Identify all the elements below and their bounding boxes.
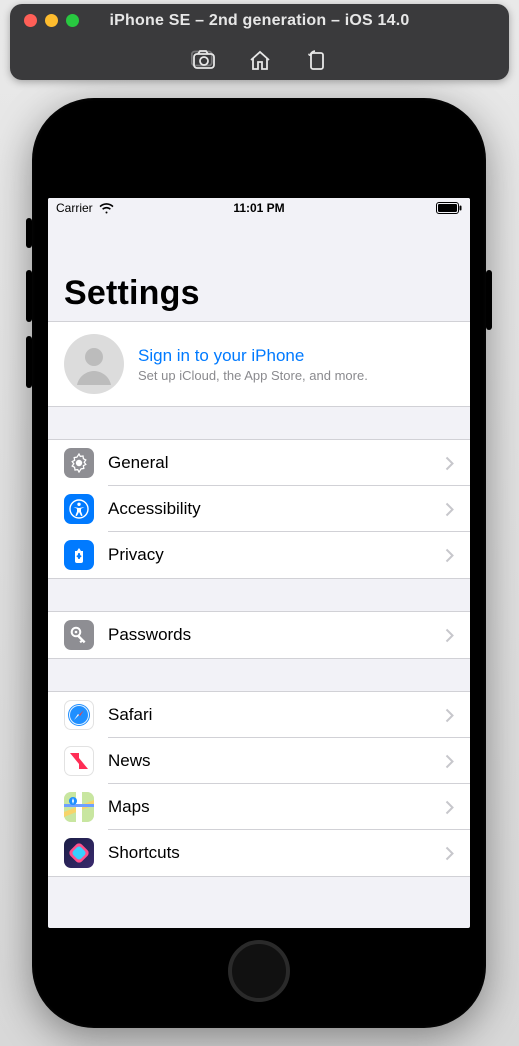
row-passwords-label: Passwords [108,625,445,645]
settings-group-2: Passwords [48,611,470,659]
row-maps[interactable]: Maps [48,784,470,830]
accessibility-icon [64,494,94,524]
settings-group-3: Safari News [48,691,470,877]
news-icon [64,746,94,776]
volume-up-button[interactable] [26,270,32,322]
home-icon [248,49,272,71]
row-general[interactable]: General [48,440,470,486]
avatar [64,334,124,394]
row-accessibility-label: Accessibility [108,499,445,519]
window-title: iPhone SE – 2nd generation – iOS 14.0 [10,12,509,30]
row-passwords[interactable]: Passwords [48,612,470,658]
chevron-right-icon [445,846,454,861]
chevron-right-icon [445,628,454,643]
chevron-right-icon [445,456,454,471]
row-privacy[interactable]: Privacy [48,532,470,578]
device-frame: Carrier 11:01 PM Settings [32,98,486,1028]
privacy-icon [64,540,94,570]
chevron-right-icon [445,800,454,815]
settings-group-1: General Accessibility [48,439,470,579]
row-news[interactable]: News [48,738,470,784]
person-icon [71,341,117,387]
row-general-label: General [108,453,445,473]
device-screen: Carrier 11:01 PM Settings [48,198,470,928]
chevron-right-icon [445,708,454,723]
general-icon [64,448,94,478]
shortcuts-icon [64,838,94,868]
row-shortcuts-label: Shortcuts [108,843,445,863]
row-news-label: News [108,751,445,771]
rotate-button[interactable] [302,48,330,72]
status-time: 11:01 PM [48,201,470,215]
row-safari[interactable]: Safari [48,692,470,738]
volume-down-button[interactable] [26,336,32,388]
page-title: Settings [48,218,470,321]
screenshot-icon [191,49,217,71]
chevron-right-icon [445,754,454,769]
sign-in-title: Sign in to your iPhone [138,346,368,366]
rotate-icon [305,49,327,71]
device-home-button[interactable] [228,940,290,1002]
safari-icon [64,700,94,730]
mute-switch[interactable] [26,218,32,248]
sign-in-row[interactable]: Sign in to your iPhone Set up iCloud, th… [48,321,470,407]
row-maps-label: Maps [108,797,445,817]
chevron-right-icon [445,502,454,517]
row-privacy-label: Privacy [108,545,445,565]
status-bar: Carrier 11:01 PM [48,198,470,218]
screenshot-button[interactable] [190,48,218,72]
sign-in-subtitle: Set up iCloud, the App Store, and more. [138,368,368,383]
simulator-toolbar [10,48,509,72]
simulator-titlebar: iPhone SE – 2nd generation – iOS 14.0 [10,4,509,80]
row-safari-label: Safari [108,705,445,725]
chevron-right-icon [445,548,454,563]
maps-icon [64,792,94,822]
row-accessibility[interactable]: Accessibility [48,486,470,532]
row-shortcuts[interactable]: Shortcuts [48,830,470,876]
power-button[interactable] [486,270,492,330]
passwords-icon [64,620,94,650]
home-button-control[interactable] [246,48,274,72]
